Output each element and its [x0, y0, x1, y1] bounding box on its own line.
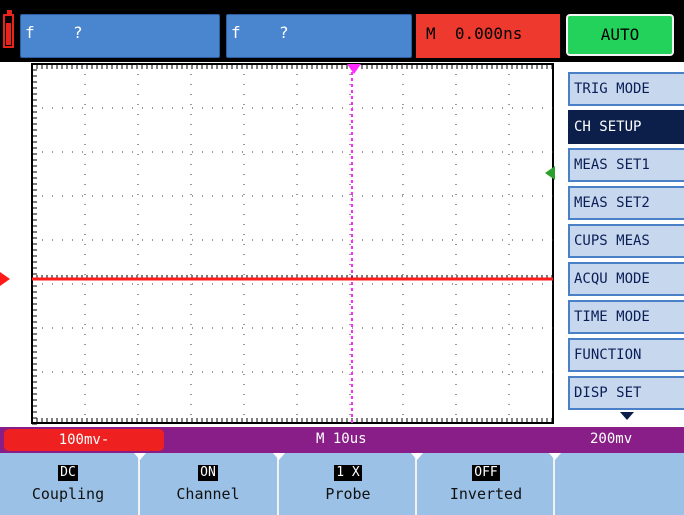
- ch2-frequency-value: ?: [279, 23, 289, 42]
- status-bar: 100mv- M 10us 200mv: [0, 427, 684, 453]
- ch2-frequency-label: f: [231, 23, 241, 42]
- timebase-readout: M 10us: [316, 431, 367, 447]
- menu-item-function[interactable]: FUNCTION: [568, 338, 684, 372]
- ch1-frequency-value: ?: [73, 23, 83, 42]
- grid-svg: [31, 63, 554, 425]
- softkey-inverted[interactable]: OFF Inverted: [418, 461, 554, 513]
- time-offset-value: M 0.000ns: [426, 24, 523, 43]
- softkey-bar: DC Coupling ON Channel 1 X Probe OFF Inv…: [0, 453, 684, 515]
- menu-item-acqu-mode[interactable]: ACQU MODE: [568, 262, 684, 296]
- probe-value: 1 X: [334, 465, 362, 481]
- ch2-scale-readout: 200mv: [590, 431, 633, 447]
- menu-item-meas-set2[interactable]: MEAS SET2: [568, 186, 684, 220]
- coupling-value: DC: [58, 465, 78, 481]
- grid-border: [31, 63, 554, 424]
- notch-icon: [273, 453, 285, 460]
- notch-icon: [549, 453, 561, 460]
- coupling-label: Coupling: [31, 485, 105, 503]
- notch-icon: [134, 453, 146, 460]
- triangle-down-icon[interactable]: [620, 412, 634, 420]
- softkey-empty[interactable]: [556, 461, 684, 513]
- top-bar: f ? f ? M 0.000ns AUTO: [0, 0, 684, 62]
- waveform-screen: [0, 62, 565, 427]
- softkey-divider: [138, 453, 140, 515]
- softkey-divider: [553, 453, 555, 515]
- menu-item-cups-meas[interactable]: CUPS MEAS: [568, 224, 684, 258]
- menu-item-trig-mode[interactable]: TRIG MODE: [568, 72, 684, 106]
- ch1-position-marker-icon[interactable]: [0, 272, 10, 286]
- inverted-value: OFF: [472, 465, 500, 481]
- side-menu: TRIG MODE CH SETUP MEAS SET1 MEAS SET2 C…: [565, 62, 684, 427]
- ch1-frequency-label: f: [25, 23, 35, 42]
- ch1-frequency-readout: f ?: [20, 14, 220, 58]
- menu-item-disp-set[interactable]: DISP SET: [568, 376, 684, 410]
- menu-item-meas-set1[interactable]: MEAS SET1: [568, 148, 684, 182]
- probe-label: Probe: [325, 485, 371, 503]
- softkey-probe[interactable]: 1 X Probe: [280, 461, 416, 513]
- trigger-level-marker-icon[interactable]: [545, 166, 555, 180]
- battery-icon: [3, 10, 14, 48]
- trigger-time-marker-icon[interactable]: [347, 64, 361, 74]
- notch-icon: [411, 453, 423, 460]
- waveform-grid: [30, 62, 555, 425]
- softkey-channel[interactable]: ON Channel: [140, 461, 276, 513]
- softkey-divider: [415, 453, 417, 515]
- menu-item-time-mode[interactable]: TIME MODE: [568, 300, 684, 334]
- menu-item-ch-setup[interactable]: CH SETUP: [568, 110, 684, 144]
- ch1-scale-readout: 100mv-: [4, 429, 164, 451]
- time-offset-readout: M 0.000ns: [416, 14, 560, 58]
- channel-label: Channel: [176, 485, 240, 503]
- softkey-coupling[interactable]: DC Coupling: [0, 461, 136, 513]
- softkey-divider: [277, 453, 279, 515]
- channel-value: ON: [198, 465, 218, 481]
- trigger-mode-indicator[interactable]: AUTO: [566, 14, 674, 56]
- inverted-label: Inverted: [449, 485, 523, 503]
- ch2-frequency-readout: f ?: [226, 14, 412, 58]
